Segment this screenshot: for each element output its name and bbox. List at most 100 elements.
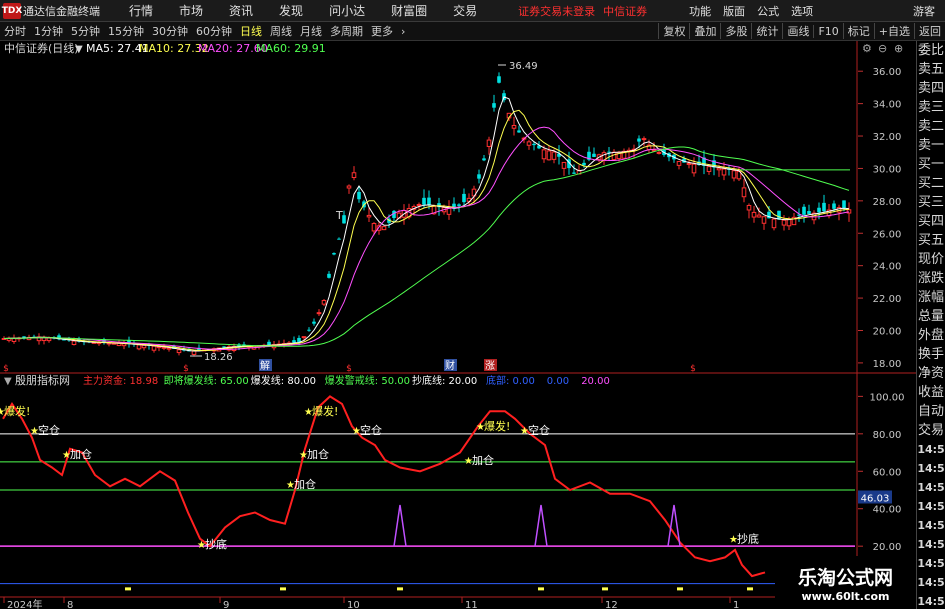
candle-body bbox=[802, 206, 806, 215]
menu-news[interactable]: 资讯 bbox=[216, 2, 266, 19]
candle-body bbox=[416, 203, 422, 206]
candle-body bbox=[822, 202, 826, 212]
candle-body bbox=[706, 166, 712, 172]
candle-body bbox=[572, 172, 576, 174]
signal-label: 爆发! bbox=[312, 404, 338, 418]
candle-body bbox=[357, 191, 361, 200]
period-daily[interactable]: 日线 bbox=[236, 23, 266, 39]
side-item[interactable]: 买五 bbox=[917, 231, 945, 250]
signal-label: 抄底 bbox=[737, 531, 759, 545]
chevron-right-icon[interactable]: › bbox=[397, 25, 409, 38]
menu-ask[interactable]: 问小达 bbox=[316, 2, 378, 19]
menu-quotes[interactable]: 行情 bbox=[116, 2, 166, 19]
candle-body bbox=[637, 138, 641, 142]
period-multi[interactable]: 多周期 bbox=[326, 23, 367, 39]
side-item[interactable]: 现价 bbox=[917, 250, 945, 269]
tool-overlay[interactable]: 叠加 bbox=[689, 23, 720, 39]
menu-market[interactable]: 市场 bbox=[166, 2, 216, 19]
side-item[interactable]: 买二 bbox=[917, 174, 945, 193]
tool-f10[interactable]: F10 bbox=[813, 24, 842, 38]
period-5min[interactable]: 5分钟 bbox=[67, 23, 104, 39]
side-item[interactable]: 涨幅 bbox=[917, 288, 945, 307]
side-time: 14:5 bbox=[917, 538, 945, 551]
bottom-dot bbox=[602, 587, 608, 591]
period-weekly[interactable]: 周线 bbox=[266, 23, 296, 39]
tool-mark[interactable]: 标记 bbox=[842, 23, 874, 39]
period-more[interactable]: 更多 bbox=[367, 23, 397, 39]
candle-body bbox=[71, 340, 77, 346]
side-item[interactable]: 买三 bbox=[917, 193, 945, 212]
tool-draw[interactable]: 画线 bbox=[782, 23, 813, 39]
indicator-toggle-icon[interactable]: ▼ bbox=[4, 376, 12, 387]
login-warning[interactable]: 证券交易未登录 bbox=[518, 3, 595, 19]
tool-multistock[interactable]: 多股 bbox=[720, 23, 751, 39]
period-30min[interactable]: 30分钟 bbox=[148, 23, 192, 39]
menu-trade[interactable]: 交易 bbox=[440, 2, 490, 19]
period-1min[interactable]: 1分钟 bbox=[30, 23, 67, 39]
candle-body bbox=[721, 168, 727, 176]
candle-body bbox=[366, 214, 372, 218]
guest-user[interactable]: 游客 bbox=[913, 3, 935, 19]
menu-formula[interactable]: 公式 bbox=[751, 3, 785, 19]
tool-back[interactable]: 返回 bbox=[914, 23, 945, 39]
side-item[interactable]: 外盘 bbox=[917, 326, 945, 345]
side-item[interactable]: 卖四 bbox=[917, 79, 945, 98]
dividend-icon: $ bbox=[183, 364, 189, 374]
period-intraday[interactable]: 分时 bbox=[0, 23, 30, 39]
period-monthly[interactable]: 月线 bbox=[296, 23, 326, 39]
candle-body bbox=[517, 130, 521, 133]
side-item[interactable]: 涨跌 bbox=[917, 269, 945, 288]
candle-body bbox=[457, 204, 461, 206]
side-item[interactable]: 买一 bbox=[917, 155, 945, 174]
main-force-line bbox=[2, 395, 766, 578]
candle-body bbox=[297, 337, 301, 342]
y-tick-label: 32.00 bbox=[873, 132, 902, 143]
tool-stats[interactable]: 统计 bbox=[751, 23, 782, 39]
toggle-icon[interactable]: ▼ bbox=[75, 44, 83, 55]
ind-y-tick-label: 80.00 bbox=[873, 430, 902, 441]
candle-body bbox=[301, 336, 307, 339]
side-item[interactable]: 换手 bbox=[917, 345, 945, 364]
side-item[interactable]: 卖二 bbox=[917, 117, 945, 136]
menu-discover[interactable]: 发现 bbox=[266, 2, 316, 19]
menu-wealth[interactable]: 财富圈 bbox=[378, 2, 440, 19]
period-15min[interactable]: 15分钟 bbox=[104, 23, 148, 39]
bottom-dot bbox=[397, 587, 403, 591]
high-price-label: 36.49 bbox=[509, 61, 538, 72]
y-tick-label: 22.00 bbox=[873, 294, 902, 305]
zoom-in-icon[interactable]: ⊕ bbox=[894, 42, 903, 55]
zoom-out-icon[interactable]: ⊖ bbox=[878, 42, 887, 55]
side-item[interactable]: 总量 bbox=[917, 307, 945, 326]
side-item[interactable]: 收益 bbox=[917, 383, 945, 402]
tool-add-watch[interactable]: +自选 bbox=[873, 23, 914, 39]
candle-body bbox=[656, 151, 662, 154]
side-time: 14:5 bbox=[917, 519, 945, 532]
candle-body bbox=[462, 193, 466, 203]
candle-body bbox=[641, 138, 647, 141]
candle-body bbox=[526, 141, 532, 146]
side-item[interactable]: 委比 bbox=[917, 41, 945, 60]
side-item[interactable]: 卖三 bbox=[917, 98, 945, 117]
side-item[interactable]: 卖五 bbox=[917, 60, 945, 79]
side-item[interactable]: 卖一 bbox=[917, 136, 945, 155]
signal-label: 爆发! bbox=[484, 419, 510, 433]
side-time: 14:5 bbox=[917, 595, 945, 608]
t-marker: T bbox=[335, 209, 343, 222]
side-lower-item[interactable]: 交易 bbox=[917, 421, 945, 440]
side-time: 14:5 bbox=[917, 481, 945, 494]
candle-body bbox=[592, 153, 596, 157]
menu-options[interactable]: 选项 bbox=[785, 3, 819, 19]
candle-body bbox=[267, 341, 271, 346]
settings-icon[interactable]: ⚙ bbox=[862, 42, 872, 55]
menu-function[interactable]: 功能 bbox=[683, 3, 717, 19]
indicator-name[interactable]: 殷朋指标网 bbox=[15, 373, 70, 387]
ma60-label: MA60: 29.91 bbox=[256, 42, 326, 55]
side-item[interactable]: 净资 bbox=[917, 364, 945, 383]
side-lower-item[interactable]: 自动 bbox=[917, 402, 945, 421]
chart-canvas[interactable]: 36.00 34.00 32.00 30.00 28.00 26.00 24.00 22.00… bbox=[0, 41, 916, 609]
tool-adjust[interactable]: 复权 bbox=[658, 23, 689, 39]
side-item[interactable]: 买四 bbox=[917, 212, 945, 231]
indicator-param: 即将爆发线: 65.00 bbox=[164, 374, 249, 387]
menu-layout[interactable]: 版面 bbox=[717, 3, 751, 19]
period-60min[interactable]: 60分钟 bbox=[192, 23, 236, 39]
